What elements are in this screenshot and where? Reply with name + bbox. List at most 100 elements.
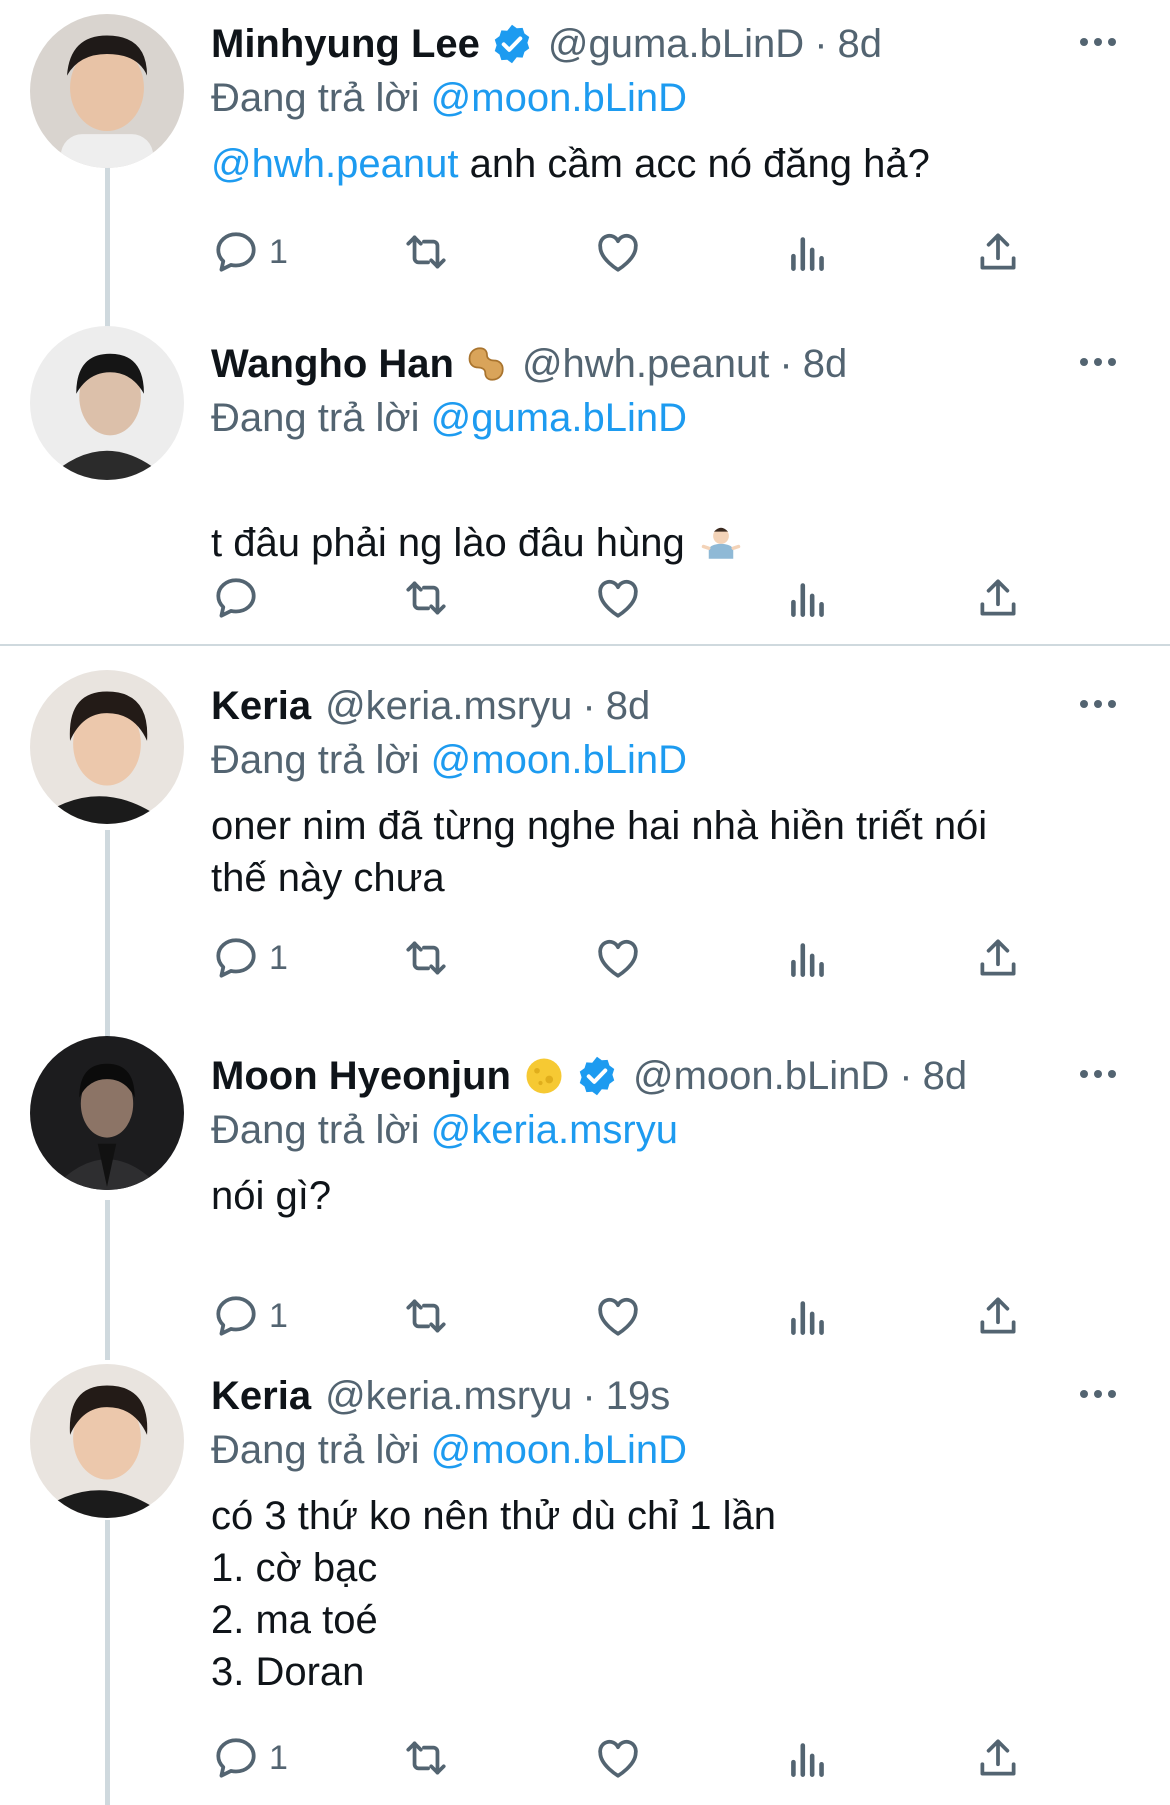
- retweet-icon: [406, 941, 446, 975]
- body-mention[interactable]: @hwh.peanut: [211, 142, 458, 186]
- reply-to-mention[interactable]: @guma.bLinD: [431, 396, 687, 440]
- handle[interactable]: @hwh.peanut: [522, 342, 769, 387]
- action-bar: 1: [211, 930, 1041, 986]
- reply-button[interactable]: 1: [211, 1730, 288, 1786]
- separator-dot: ·: [582, 683, 596, 728]
- share-icon: [980, 233, 1016, 270]
- share-button[interactable]: [973, 224, 1023, 280]
- separator-dot: ·: [779, 341, 793, 386]
- reply-icon: [216, 938, 256, 978]
- verified-badge-icon: [575, 1054, 619, 1098]
- tweet-text: nói gì?: [211, 1170, 1140, 1222]
- reply-to-mention[interactable]: @keria.msryu: [431, 1108, 678, 1152]
- views-button[interactable]: [783, 930, 833, 986]
- like-button[interactable]: [593, 1730, 643, 1786]
- timestamp[interactable]: 8d: [923, 1054, 968, 1099]
- retweet-icon: [406, 1741, 446, 1775]
- handle[interactable]: @guma.bLinD: [548, 22, 804, 67]
- heart-icon: [598, 939, 638, 978]
- timestamp[interactable]: 19s: [606, 1374, 671, 1419]
- reply-to-mention[interactable]: @moon.bLinD: [431, 76, 687, 120]
- avatar[interactable]: [30, 1036, 184, 1190]
- more-options-icon[interactable]: [1068, 684, 1128, 724]
- handle[interactable]: @moon.bLinD: [633, 1054, 889, 1099]
- avatar[interactable]: [30, 1364, 184, 1518]
- tweet[interactable]: Minhyung Lee @guma.bLinD · 8d Đang trả l…: [0, 0, 1170, 320]
- reply-to-mention[interactable]: @moon.bLinD: [431, 1428, 687, 1472]
- share-button[interactable]: [973, 1288, 1023, 1344]
- avatar[interactable]: [30, 670, 184, 824]
- retweet-button[interactable]: [401, 570, 451, 626]
- tweet-body: oner nim đã từng nghe hai nhà hiền triết…: [211, 804, 988, 900]
- tweet-body: anh cầm acc nó đăng hả?: [458, 142, 930, 186]
- tweet-body: nói gì?: [211, 1174, 332, 1218]
- views-button[interactable]: [783, 1730, 833, 1786]
- separator-dot: ·: [582, 1373, 596, 1418]
- views-button[interactable]: [783, 1288, 833, 1344]
- tweet[interactable]: Moon Hyeonjun @moon.bLinD · 8d Đang trả …: [0, 1032, 1170, 1352]
- retweet-button[interactable]: [401, 1730, 451, 1786]
- timestamp[interactable]: 8d: [606, 684, 651, 729]
- display-name[interactable]: Keria: [211, 1374, 311, 1419]
- action-bar: 1: [211, 1730, 1041, 1786]
- like-button[interactable]: [593, 1288, 643, 1344]
- display-name[interactable]: Minhyung Lee: [211, 22, 480, 67]
- reply-button[interactable]: [211, 570, 269, 626]
- reply-button[interactable]: 1: [211, 930, 288, 986]
- tweet-text: có 3 thứ ko nên thử dù chỉ 1 lần 1. cờ b…: [211, 1490, 1140, 1698]
- like-button[interactable]: [593, 224, 643, 280]
- display-name[interactable]: Wangho Han: [211, 342, 454, 387]
- timestamp[interactable]: 8d: [803, 342, 848, 387]
- action-bar: 1: [211, 1288, 1041, 1344]
- retweet-button[interactable]: [401, 1288, 451, 1344]
- separator-dot: ·: [814, 21, 828, 66]
- reply-icon: [216, 1738, 256, 1778]
- handle[interactable]: @keria.msryu: [325, 684, 572, 729]
- reply-prefix: Đang trả lời: [211, 738, 420, 782]
- retweet-icon: [406, 235, 446, 269]
- heart-icon: [598, 579, 638, 618]
- reply-to-mention[interactable]: @moon.bLinD: [431, 738, 687, 782]
- share-button[interactable]: [973, 570, 1023, 626]
- retweet-button[interactable]: [401, 930, 451, 986]
- share-icon: [980, 939, 1016, 976]
- tweet-body: có 3 thứ ko nên thử dù chỉ 1 lần 1. cờ b…: [211, 1494, 777, 1694]
- verified-badge-icon: [490, 22, 534, 66]
- share-icon: [980, 579, 1016, 616]
- reply-count: 1: [269, 1738, 288, 1777]
- like-button[interactable]: [593, 570, 643, 626]
- reply-button[interactable]: 1: [211, 1288, 288, 1344]
- views-button[interactable]: [783, 224, 833, 280]
- tweet[interactable]: Keria @keria.msryu · 19s Đang trả lời @m…: [0, 1352, 1170, 1805]
- conversation-divider: [0, 644, 1170, 646]
- moon-emoji-icon: [523, 1055, 565, 1097]
- tweet[interactable]: Wangho Han @hwh.peanut · 8d Đang trả lời…: [0, 320, 1170, 642]
- heart-icon: [598, 1739, 638, 1778]
- views-icon: [791, 1301, 824, 1335]
- reply-context: Đang trả lời @keria.msryu: [211, 1104, 1140, 1156]
- handle[interactable]: @keria.msryu: [325, 1374, 572, 1419]
- retweet-button[interactable]: [401, 224, 451, 280]
- action-bar: 1: [211, 224, 1041, 280]
- share-icon: [980, 1297, 1016, 1334]
- avatar[interactable]: [30, 326, 184, 480]
- display-name[interactable]: Keria: [211, 684, 311, 729]
- share-button[interactable]: [973, 930, 1023, 986]
- timestamp[interactable]: 8d: [838, 22, 883, 67]
- tweet[interactable]: Keria @keria.msryu · 8d Đang trả lời @mo…: [0, 662, 1170, 1022]
- reply-button[interactable]: 1: [211, 224, 288, 280]
- more-options-icon[interactable]: [1068, 342, 1128, 382]
- display-name[interactable]: Moon Hyeonjun: [211, 1054, 511, 1099]
- reply-prefix: Đang trả lời: [211, 1428, 420, 1472]
- more-options-icon[interactable]: [1068, 1054, 1128, 1094]
- heart-icon: [598, 1297, 638, 1336]
- share-icon: [980, 1739, 1016, 1776]
- more-options-icon[interactable]: [1068, 22, 1128, 62]
- more-options-icon[interactable]: [1068, 1374, 1128, 1414]
- like-button[interactable]: [593, 930, 643, 986]
- retweet-icon: [406, 581, 446, 615]
- share-button[interactable]: [973, 1730, 1023, 1786]
- views-button[interactable]: [783, 570, 833, 626]
- reply-icon: [216, 578, 256, 618]
- avatar[interactable]: [30, 14, 184, 168]
